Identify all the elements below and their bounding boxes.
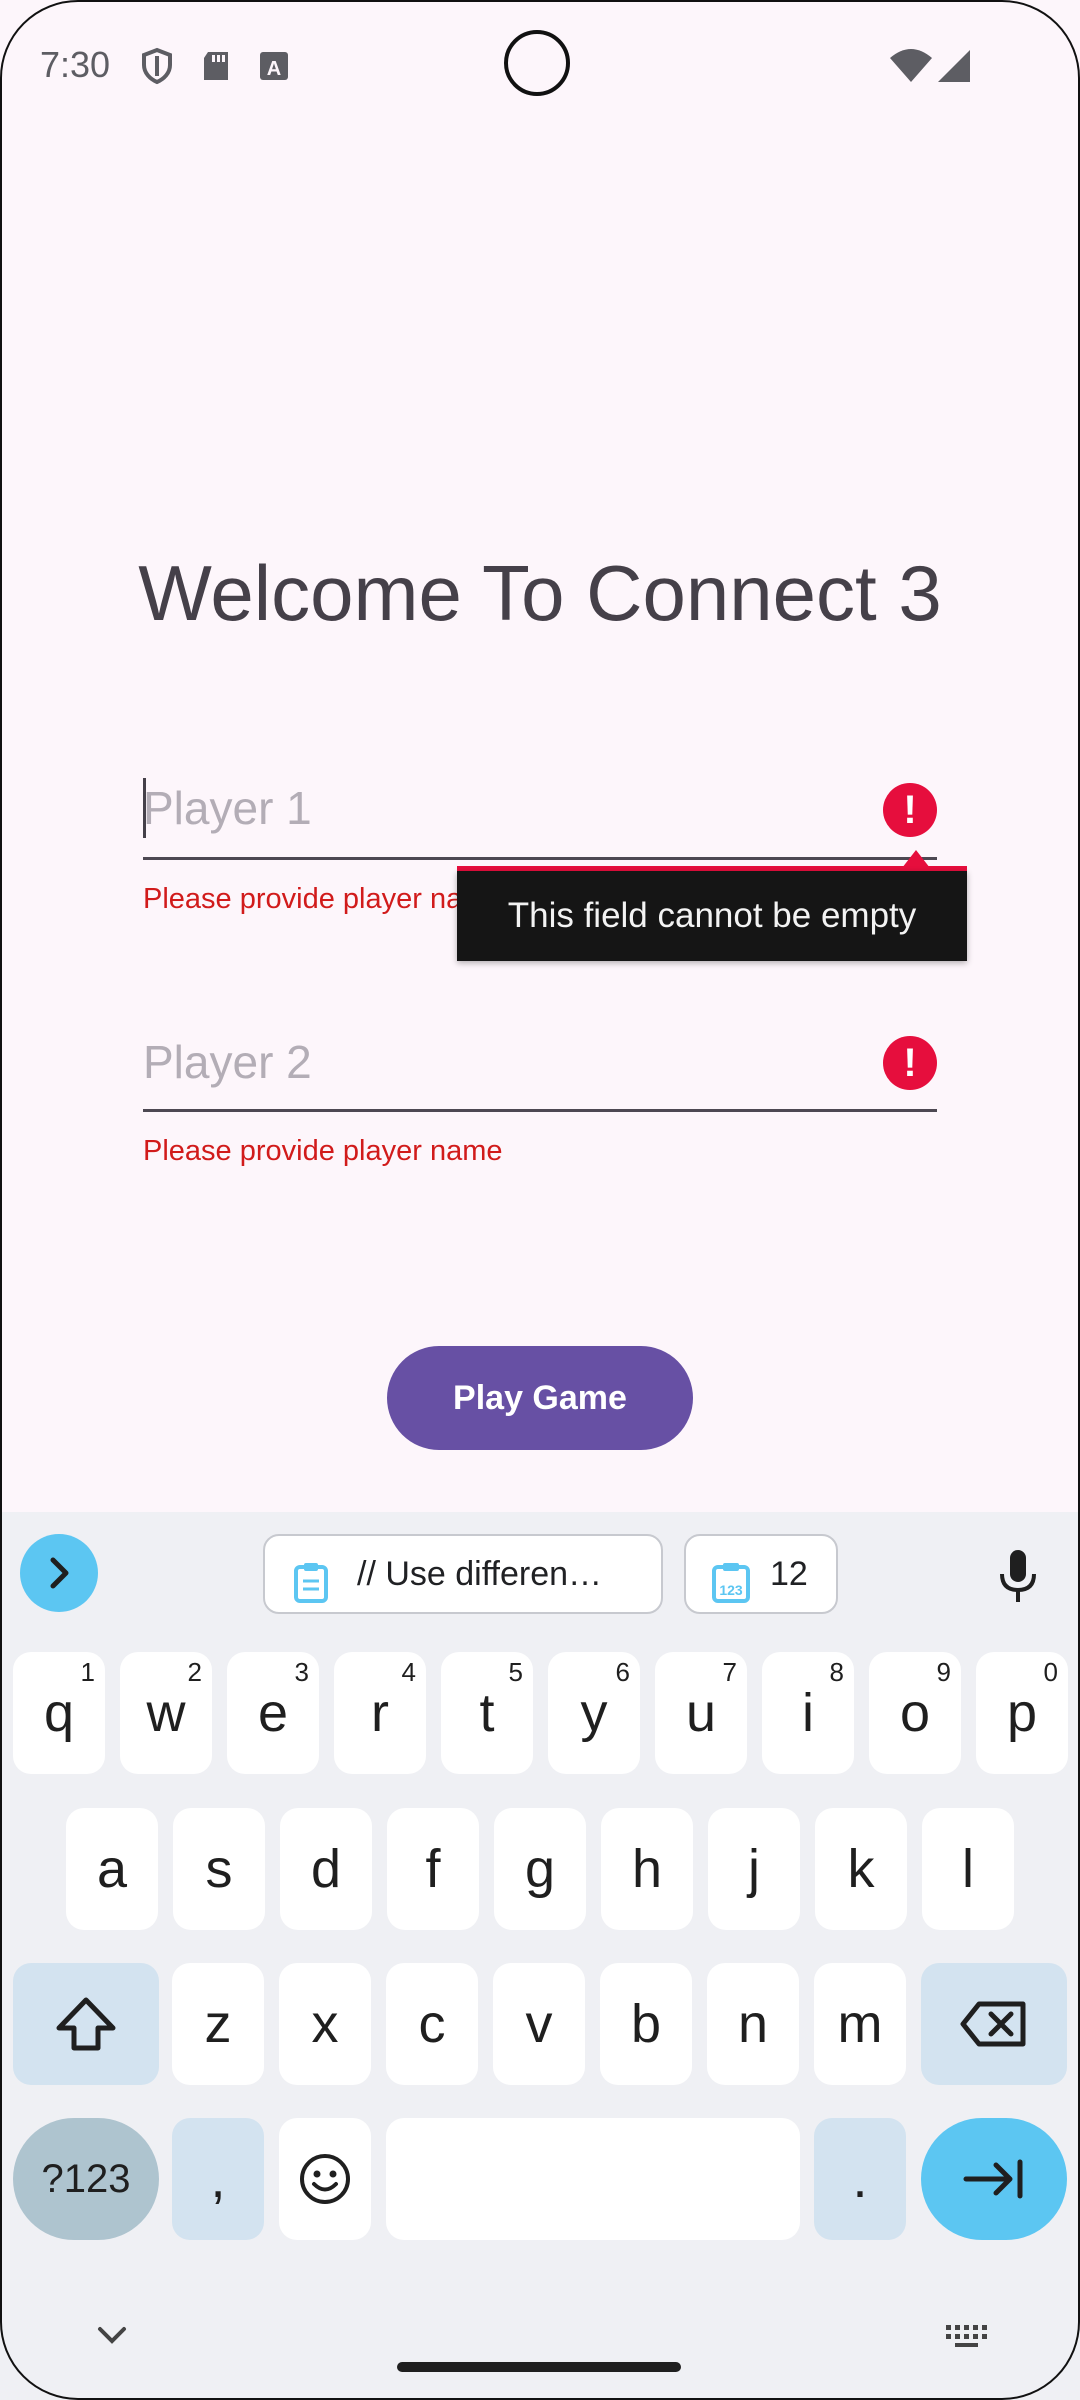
period-key[interactable]: . bbox=[814, 2118, 906, 2240]
key-m[interactable]: m bbox=[814, 1963, 906, 2085]
numbers-suggestion-text: 12 bbox=[770, 1555, 808, 1593]
keyboard-icon[interactable] bbox=[944, 2323, 990, 2354]
key-i[interactable]: i8 bbox=[762, 1652, 854, 1774]
player2-field[interactable]: Player 2 ! Please provide player name bbox=[143, 1022, 937, 1182]
numbers-suggestion[interactable]: 123 12 bbox=[684, 1534, 838, 1614]
status-bar: 7:30 A bbox=[0, 0, 1080, 135]
screen: 7:30 A Welcome To Connect 3 Player 1 ! P… bbox=[0, 0, 1080, 2400]
emoji-icon bbox=[300, 2154, 350, 2204]
key-r[interactable]: r4 bbox=[334, 1652, 426, 1774]
key-label: q bbox=[43, 1683, 75, 1743]
key-hint: 3 bbox=[294, 1657, 309, 1687]
key-label: e bbox=[257, 1683, 289, 1743]
chevron-down-icon[interactable] bbox=[92, 2323, 132, 2354]
player2-input[interactable]: Player 2 bbox=[143, 1022, 903, 1102]
error-icon[interactable]: ! bbox=[883, 1036, 937, 1090]
error-tooltip: This field cannot be empty bbox=[457, 871, 967, 961]
key-b[interactable]: b bbox=[600, 1963, 692, 2085]
keyboard: // Use differen… 123 12 q1w2e3r4t5y6u7i8… bbox=[0, 1512, 1080, 2400]
key-h[interactable]: h bbox=[601, 1808, 693, 1930]
font-icon: A bbox=[254, 46, 294, 86]
status-time: 7:30 bbox=[40, 44, 111, 85]
symbols-key[interactable]: ?123 bbox=[13, 2118, 159, 2240]
key-t[interactable]: t5 bbox=[441, 1652, 533, 1774]
svg-text:123: 123 bbox=[719, 1582, 743, 1598]
key-j[interactable]: j bbox=[708, 1808, 800, 1930]
key-x[interactable]: x bbox=[279, 1963, 371, 2085]
key-label: i bbox=[802, 1683, 814, 1743]
key-label: p bbox=[1006, 1683, 1038, 1743]
play-game-button[interactable]: Play Game bbox=[387, 1346, 693, 1450]
key-label: u bbox=[685, 1683, 717, 1743]
key-w[interactable]: w2 bbox=[120, 1652, 212, 1774]
key-a[interactable]: a bbox=[66, 1808, 158, 1930]
key-label: r bbox=[371, 1683, 389, 1743]
key-hint: 9 bbox=[936, 1657, 951, 1687]
key-v[interactable]: v bbox=[493, 1963, 585, 2085]
clipboard-icon bbox=[291, 1554, 331, 1630]
enter-key[interactable] bbox=[921, 2118, 1067, 2240]
key-g[interactable]: g bbox=[494, 1808, 586, 1930]
key-s[interactable]: s bbox=[173, 1808, 265, 1930]
key-p[interactable]: p0 bbox=[976, 1652, 1068, 1774]
camera-cutout bbox=[504, 30, 570, 96]
numbers-clipboard-icon: 123 bbox=[710, 1554, 752, 1630]
home-indicator[interactable] bbox=[397, 2362, 681, 2372]
clipboard-suggestion-text: // Use differen… bbox=[357, 1555, 603, 1593]
shield-icon bbox=[137, 46, 177, 86]
key-label: w bbox=[146, 1683, 186, 1743]
mic-icon[interactable] bbox=[990, 1546, 1046, 1606]
player2-underline bbox=[143, 1109, 937, 1112]
key-z[interactable]: z bbox=[172, 1963, 264, 2085]
signal-icon bbox=[934, 46, 974, 86]
key-u[interactable]: u7 bbox=[655, 1652, 747, 1774]
key-hint: 2 bbox=[187, 1657, 202, 1687]
player1-input[interactable]: Player 1 bbox=[143, 768, 903, 848]
key-k[interactable]: k bbox=[815, 1808, 907, 1930]
key-q[interactable]: q1 bbox=[13, 1652, 105, 1774]
key-hint: 0 bbox=[1043, 1657, 1058, 1687]
key-f[interactable]: f bbox=[387, 1808, 479, 1930]
error-icon[interactable]: ! bbox=[883, 783, 937, 837]
space-key[interactable] bbox=[386, 2118, 800, 2240]
key-hint: 6 bbox=[615, 1657, 630, 1687]
key-hint: 5 bbox=[508, 1657, 523, 1687]
chevron-right-icon bbox=[50, 1557, 69, 1589]
backspace-key[interactable] bbox=[921, 1963, 1067, 2085]
key-hint: 7 bbox=[722, 1657, 737, 1687]
wifi-icon bbox=[888, 46, 934, 86]
key-d[interactable]: d bbox=[280, 1808, 372, 1930]
key-label: o bbox=[899, 1683, 931, 1743]
expand-toolbar-button[interactable] bbox=[20, 1534, 98, 1612]
key-label: y bbox=[580, 1683, 608, 1743]
key-l[interactable]: l bbox=[922, 1808, 1014, 1930]
key-c[interactable]: c bbox=[386, 1963, 478, 2085]
player1-underline bbox=[143, 857, 937, 860]
key-n[interactable]: n bbox=[707, 1963, 799, 2085]
emoji-key[interactable] bbox=[279, 2118, 371, 2240]
key-hint: 1 bbox=[80, 1657, 95, 1687]
shift-icon bbox=[56, 1997, 116, 2051]
key-hint: 4 bbox=[401, 1657, 416, 1687]
tab-enter-icon bbox=[963, 2159, 1023, 2199]
player2-error-text: Please provide player name bbox=[143, 1135, 503, 1167]
comma-key[interactable]: , bbox=[172, 2118, 264, 2240]
page-title: Welcome To Connect 3 bbox=[138, 549, 942, 637]
key-e[interactable]: e3 bbox=[227, 1652, 319, 1774]
player1-error-text: Please provide player name bbox=[143, 883, 503, 915]
sd-card-icon bbox=[196, 46, 236, 86]
clipboard-suggestion[interactable]: // Use differen… bbox=[263, 1534, 663, 1614]
svg-text:A: A bbox=[267, 58, 281, 80]
shift-key[interactable] bbox=[13, 1963, 159, 2085]
key-label: t bbox=[479, 1683, 495, 1743]
backspace-icon bbox=[960, 2001, 1026, 2047]
key-hint: 8 bbox=[829, 1657, 844, 1687]
key-o[interactable]: o9 bbox=[869, 1652, 961, 1774]
key-y[interactable]: y6 bbox=[548, 1652, 640, 1774]
